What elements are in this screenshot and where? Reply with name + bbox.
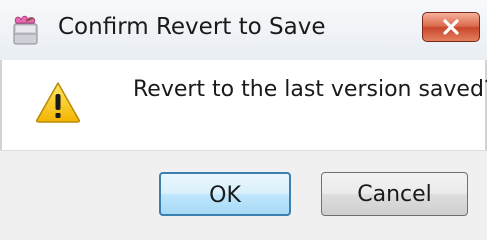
dialog-title: Confirm Revert to Save <box>58 14 326 40</box>
dialog-titlebar: Confirm Revert to Save <box>0 0 487 60</box>
dialog-content: Revert to the last version saved? <box>0 60 487 150</box>
warning-icon <box>35 81 81 123</box>
app-icon <box>11 14 41 46</box>
dialog-message: Revert to the last version saved? <box>133 77 487 102</box>
ok-button[interactable]: OK <box>159 172 291 216</box>
dialog-button-bar: OK Cancel <box>0 150 487 240</box>
cancel-button[interactable]: Cancel <box>321 172 468 216</box>
close-button[interactable] <box>422 12 480 42</box>
